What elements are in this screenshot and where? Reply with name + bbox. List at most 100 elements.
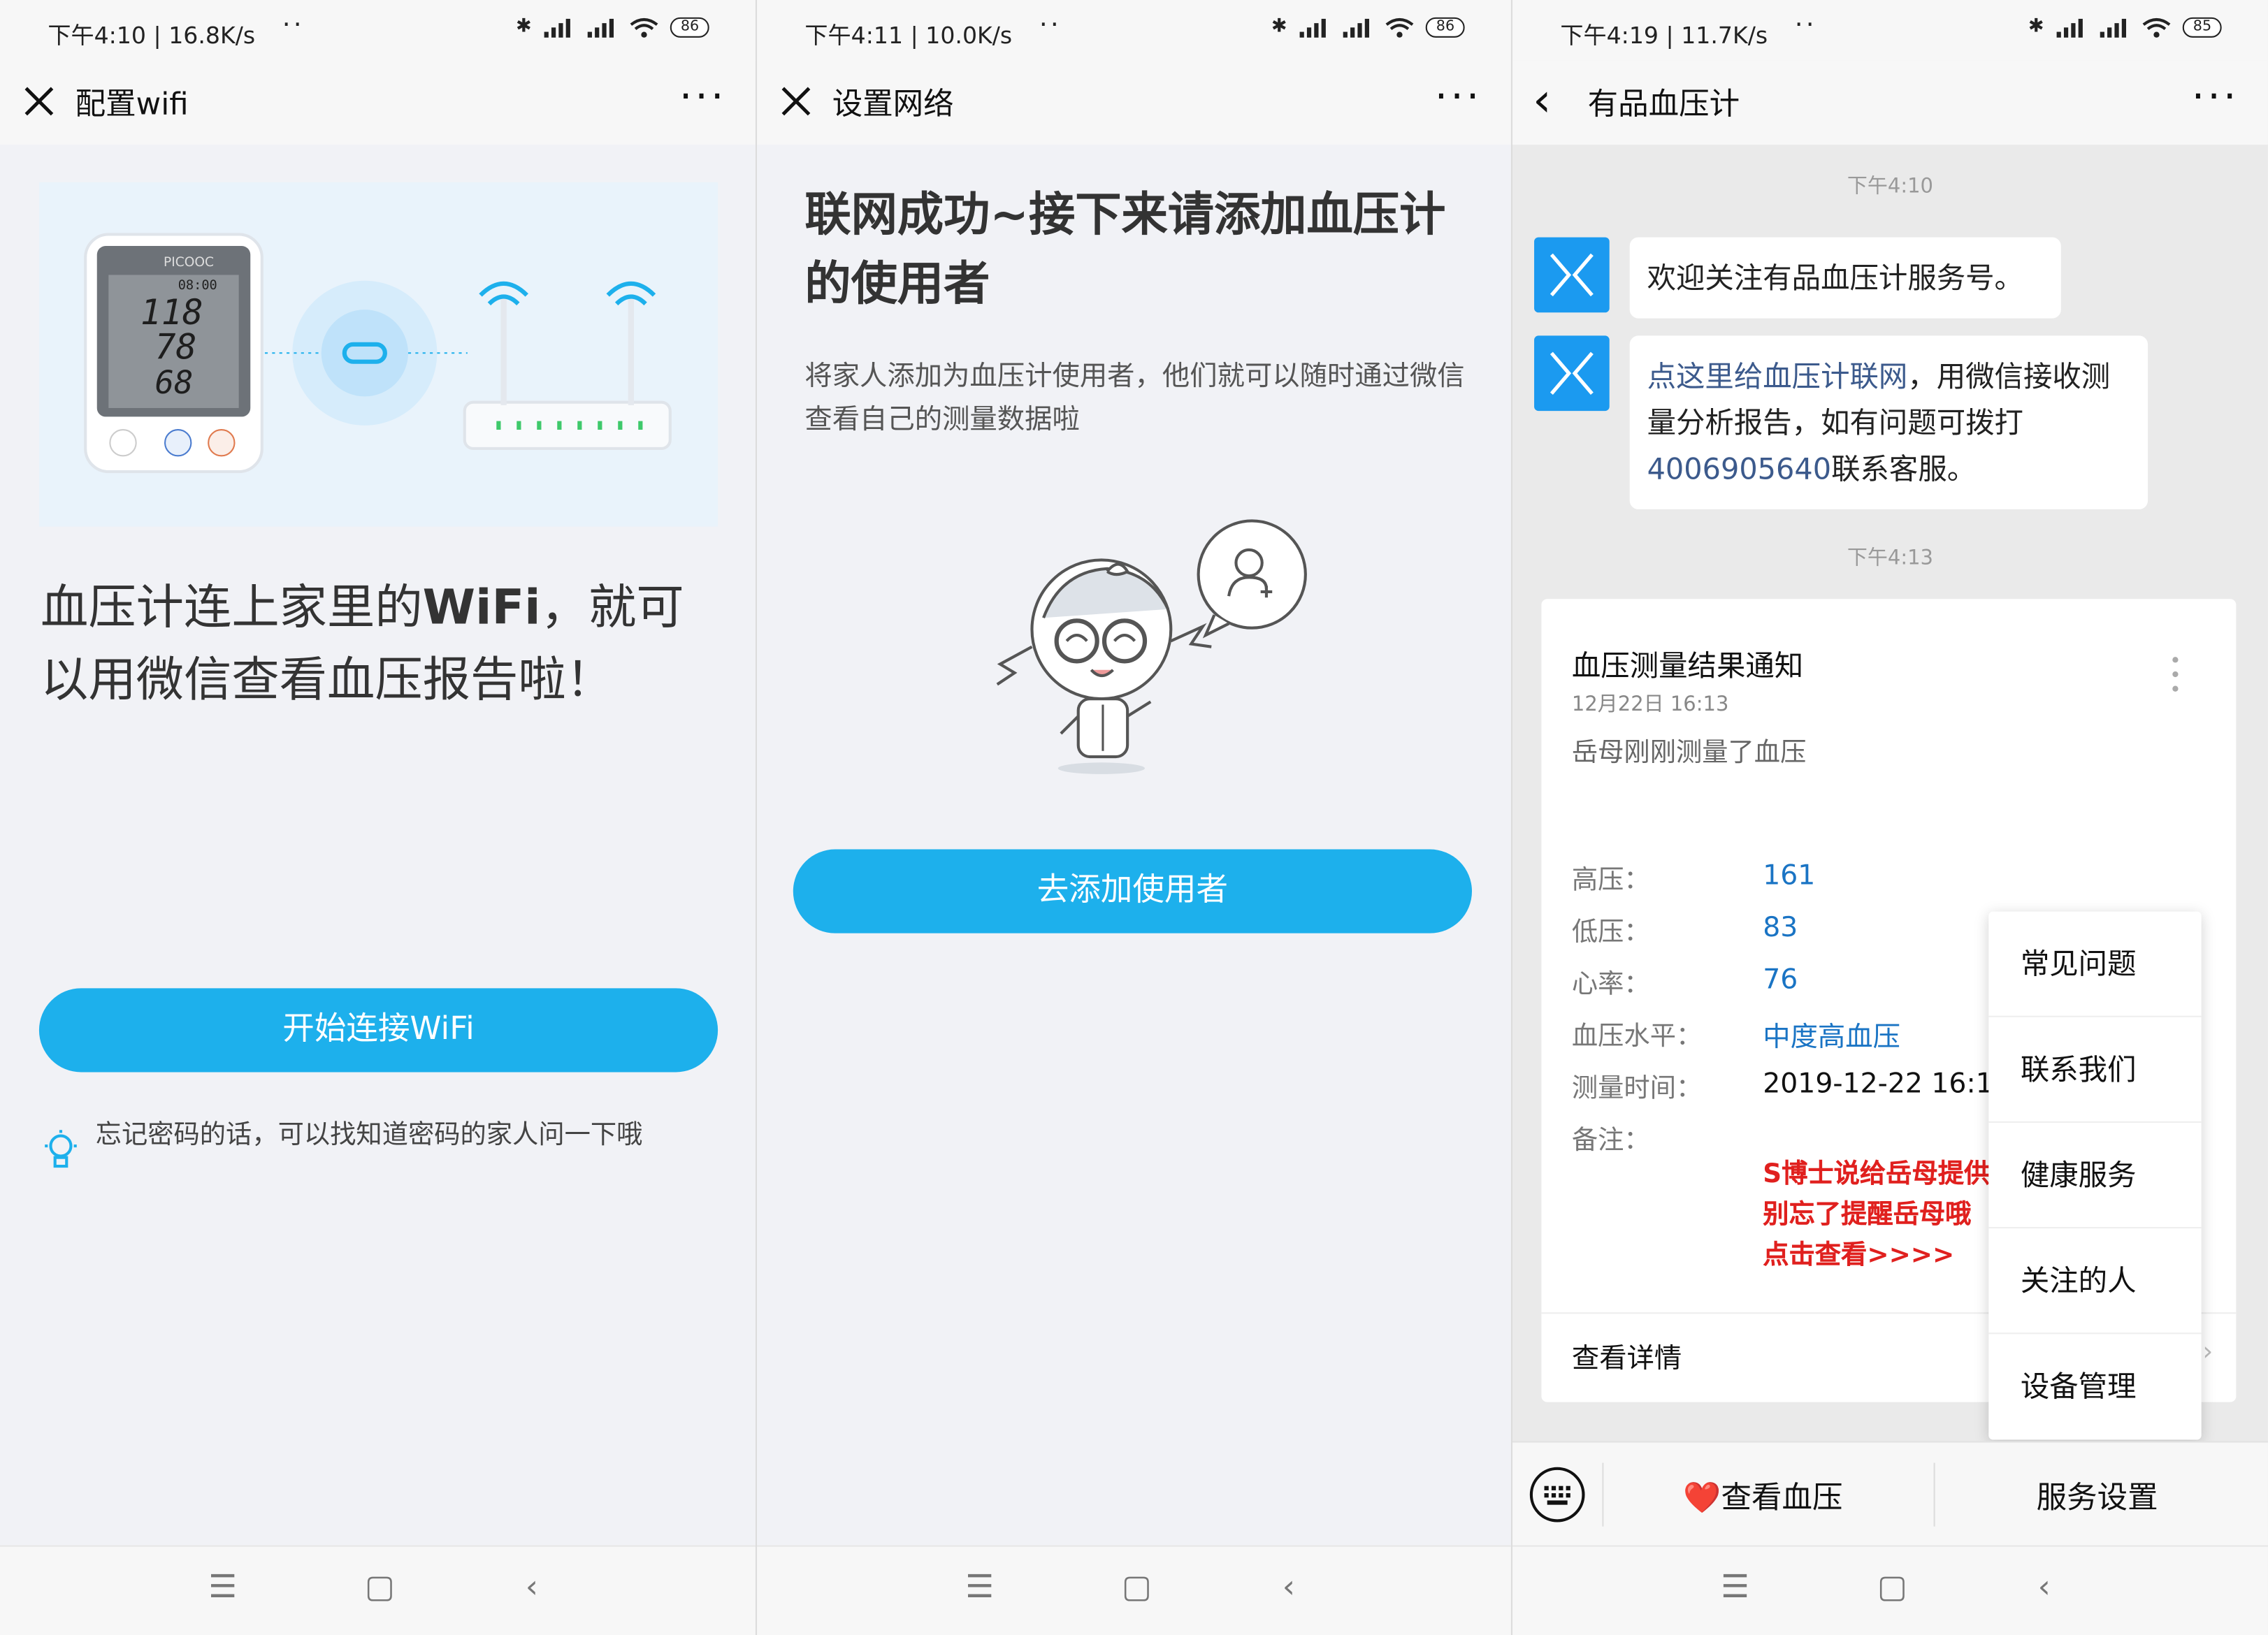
battery-icon: 86 (670, 16, 709, 37)
wifi-icon (630, 17, 658, 37)
menu-service-settings[interactable]: 服务设置 (2037, 1474, 2158, 1518)
menu-icon[interactable]: ☰ (1721, 1570, 1749, 1606)
back-icon[interactable]: ‹ (2038, 1570, 2051, 1606)
panel-wechat-chat: 下午4:19 | 11.7K/s ·· ✱ 85 ‹ 有品血压计 ··· 下午4… (1512, 0, 2268, 1635)
page-title: 设置网络 (832, 87, 954, 122)
panel-network-setup: 下午4:11 | 10.0K/s ·· ✱ 86 设置网络 ··· 联网成功~接… (757, 0, 1511, 1635)
close-icon[interactable] (777, 82, 815, 120)
phone-link[interactable]: 4006905640 (1647, 451, 1832, 486)
view-details-link[interactable]: 查看详情 (1572, 1337, 1682, 1376)
diastolic-label: 低压： (1571, 917, 1650, 948)
bp-level-value: 中度高血压 (1763, 1021, 1900, 1054)
keyboard-icon[interactable] (1529, 1467, 1585, 1523)
device-dia: 78 (155, 327, 197, 368)
menu-item-contact[interactable]: 联系我们 (1988, 1017, 2202, 1123)
nav-bar: 配置wifi ··· (0, 60, 756, 145)
home-icon[interactable]: ▢ (1877, 1570, 1907, 1606)
more-icon[interactable]: ··· (2192, 73, 2239, 120)
status-bar: 下午4:19 | 11.7K/s ·· ✱ 85 (1512, 0, 2268, 61)
home-icon[interactable]: ▢ (365, 1570, 395, 1606)
bluetooth-icon: ✱ (2028, 15, 2044, 38)
message-bubble: 欢迎关注有品血压计服务号。 (1629, 237, 2061, 319)
menu-item-faq[interactable]: 常见问题 (1988, 912, 2202, 1017)
menu-item-health[interactable]: 健康服务 (1988, 1123, 2202, 1229)
measure-time-label: 测量时间： (1571, 1073, 1703, 1105)
back-arrow-icon[interactable]: ‹ (1533, 77, 1551, 123)
x-logo-icon (1550, 253, 1594, 297)
headline: 血压计连上家里的WiFi，就可以用微信查看血压报告啦！ (40, 579, 684, 708)
status-bar: 下午4:11 | 10.0K/s ·· ✱ 86 (757, 0, 1511, 61)
device-brand: PICOOC (164, 255, 214, 270)
menu-view-bp[interactable]: ❤️查看血压 (1683, 1474, 1842, 1518)
bluetooth-icon: ✱ (1271, 15, 1287, 38)
card-subtitle: 岳母刚刚测量了血压 (1571, 738, 1807, 769)
start-wifi-button[interactable]: 开始连接WiFi (38, 988, 718, 1073)
signal-hd-icon (1343, 17, 1370, 37)
heart-rate-label: 心率： (1571, 969, 1650, 1000)
measure-time-value: 2019-12-22 16:13 (1763, 1068, 2011, 1100)
card-title: 血压测量结果通知 (1571, 648, 1804, 683)
password-hint: 忘记密码的话，可以找知道密码的家人问一下哦 (95, 1119, 643, 1151)
bp-level-label: 血压水平： (1571, 1021, 1703, 1052)
wifi-icon (2143, 17, 2171, 37)
status-icons: ✱ 85 (2028, 16, 2222, 38)
battery-icon: 86 (1426, 16, 1465, 37)
system-nav-bar: ☰ ▢ ‹ (0, 1545, 756, 1635)
more-icon[interactable]: ··· (1435, 73, 1482, 120)
signal-hd-icon (588, 17, 614, 37)
official-account-avatar[interactable] (1534, 335, 1610, 412)
official-account-avatar[interactable] (1534, 237, 1610, 313)
wifi-setup-illustration: PICOOC 08:00 118 78 68 (38, 182, 718, 527)
back-icon[interactable]: ‹ (1283, 1570, 1295, 1606)
status-dots-icon: ·· (282, 10, 305, 41)
nav-bar: ‹ 有品血压计 ··· (1512, 60, 2268, 145)
back-icon[interactable]: ‹ (526, 1570, 538, 1606)
menu-item-followed[interactable]: 关注的人 (1988, 1228, 2202, 1335)
x-logo-icon (1550, 351, 1594, 395)
status-time: 下午4:11 | 10.0K/s (804, 22, 1013, 50)
status-icons: ✱ 86 (1271, 16, 1465, 38)
network-setup-link[interactable]: 点这里给血压计联网 (1647, 359, 1908, 394)
page-title: 配置wifi (75, 87, 189, 122)
menu-item-devices[interactable]: 设备管理 (1988, 1334, 2201, 1439)
signal-icon (1300, 17, 1327, 37)
page-title: 有品血压计 (1587, 87, 1740, 122)
status-dots-icon: ·· (1039, 10, 1062, 41)
card-date: 12月22日 16:13 (1571, 692, 1729, 717)
divider (1602, 1462, 1604, 1527)
add-user-button[interactable]: 去添加使用者 (793, 849, 1473, 933)
diastolic-value: 83 (1763, 911, 1798, 944)
bluetooth-icon: ✱ (515, 15, 532, 38)
close-icon[interactable] (20, 82, 58, 120)
heart-icon: ❤️ (1683, 1480, 1721, 1516)
menu-icon[interactable]: ☰ (208, 1570, 237, 1606)
status-bar: 下午4:10 | 16.8K/s ·· ✱ 86 (0, 0, 756, 61)
more-icon[interactable]: ··· (679, 73, 727, 120)
systolic-value: 161 (1763, 859, 1816, 892)
status-dots-icon: ·· (1794, 10, 1817, 41)
signal-icon (2057, 17, 2083, 37)
service-menu-popup: 常见问题 联系我们 健康服务 关注的人 设备管理 (1988, 911, 2202, 1440)
home-icon[interactable]: ▢ (1122, 1570, 1152, 1606)
device-pulse: 68 (155, 364, 194, 401)
system-nav-bar: ☰ ▢ ‹ (757, 1545, 1511, 1635)
systolic-label: 高压： (1571, 865, 1650, 896)
battery-icon: 85 (2183, 16, 2222, 37)
chat-timestamp: 下午4:10 (1847, 175, 1934, 198)
note-label: 备注： (1571, 1126, 1650, 1156)
message-bubble: 点这里给血压计联网，用微信接收测量分析报告，如有问题可拨打4006905640联… (1629, 335, 2148, 509)
status-time: 下午4:19 | 11.7K/s (1560, 22, 1768, 50)
headline: 联网成功~接下来请添加血压计的使用者 (804, 187, 1446, 312)
heart-rate-value: 76 (1763, 964, 1798, 996)
note-text[interactable]: S博士说给岳母提供 别忘了提醒岳母哦 点击查看>>>> (1763, 1154, 2023, 1276)
card-menu-icon[interactable] (2172, 657, 2181, 700)
mascot-add-user-illustration (996, 519, 1307, 774)
device-clock: 08:00 (178, 278, 217, 293)
menu-icon[interactable]: ☰ (965, 1570, 994, 1606)
description: 将家人添加为血压计使用者，他们就可以随时通过微信查看自己的测量数据啦 (804, 360, 1465, 436)
panel-configure-wifi: 下午4:10 | 16.8K/s ·· ✱ 86 配置wifi ··· PICO… (0, 0, 756, 1635)
status-time: 下午4:10 | 16.8K/s (48, 22, 256, 50)
service-menu-bar: ❤️查看血压 服务设置 (1512, 1441, 2268, 1546)
chat-timestamp: 下午4:13 (1847, 546, 1934, 570)
signal-icon (544, 17, 571, 37)
